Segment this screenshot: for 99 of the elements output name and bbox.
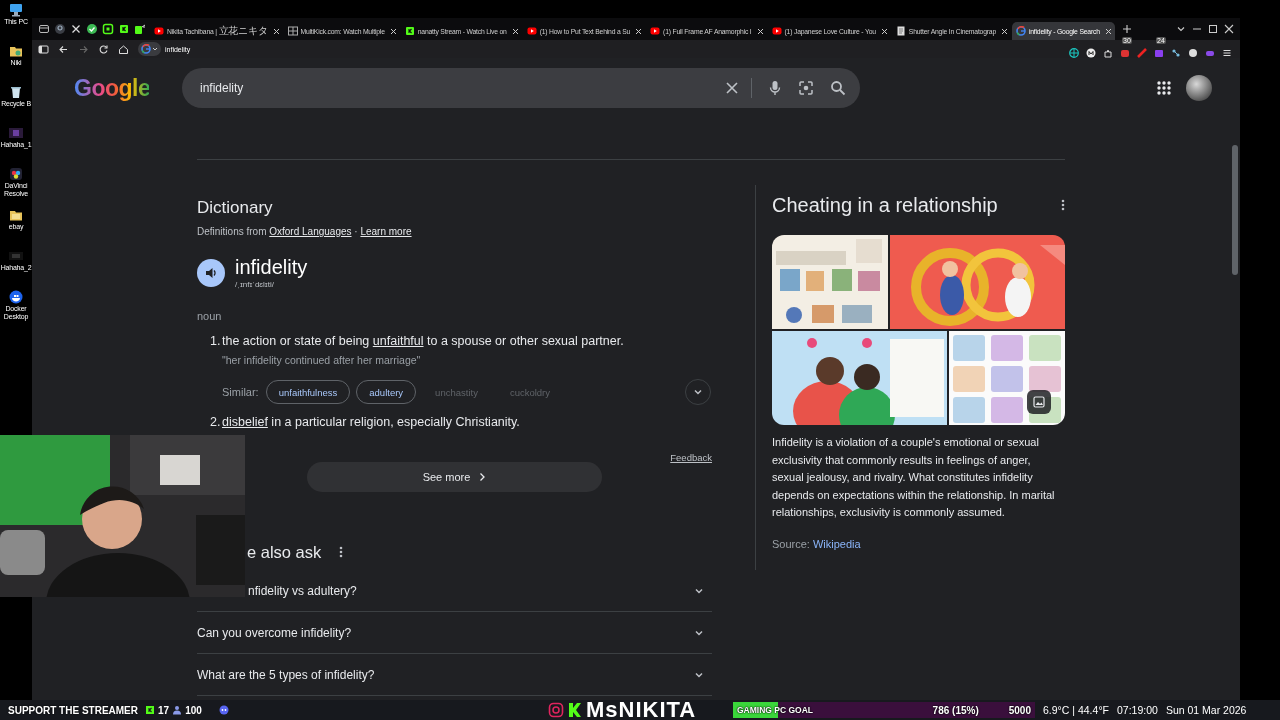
microphone-icon[interactable]	[768, 80, 782, 96]
close-icon[interactable]	[756, 27, 764, 35]
close-icon[interactable]	[1104, 27, 1112, 35]
logo-icon[interactable]	[54, 23, 66, 35]
subscriber-count: 100	[185, 704, 202, 716]
section-heading: e also ask	[247, 542, 322, 563]
chevron-down-icon	[693, 387, 703, 397]
search-input[interactable]: infidelity	[198, 80, 725, 96]
word-link[interactable]: disbelief	[222, 415, 268, 429]
avatar[interactable]	[1186, 75, 1212, 101]
sidebar-icon[interactable]	[38, 43, 49, 55]
maximize-icon[interactable]	[1208, 24, 1218, 34]
speaker-icon	[204, 266, 218, 280]
monitor-icon[interactable]	[9, 3, 23, 17]
goal-target: 5000	[1008, 704, 1031, 716]
goal-progress: 786 (15%)	[932, 704, 979, 716]
extension-icon[interactable]	[1086, 48, 1096, 58]
caret-icon	[152, 46, 158, 52]
logo-icon	[404, 26, 415, 36]
clock-time: 07:19:00	[1117, 704, 1158, 716]
globe-icon[interactable]	[1069, 48, 1079, 58]
follower-count: 17	[158, 704, 170, 716]
example-text: "her infidelity continued after her marriage"	[222, 353, 421, 367]
tab-group-icon[interactable]	[38, 23, 50, 35]
section-heading: Dictionary	[197, 197, 273, 219]
weather-text: 6.9°C | 44.4°F	[1043, 704, 1109, 716]
apps-icon[interactable]	[1157, 81, 1171, 95]
word-link[interactable]: unfaithful	[372, 334, 424, 348]
definition-text: disbelief in a particular religion, especially Christianity.	[222, 414, 520, 431]
reload-icon[interactable]	[98, 43, 109, 55]
close-icon[interactable]	[635, 27, 643, 35]
search-icon[interactable]	[830, 80, 846, 96]
question-item[interactable]: Can you overcome infidelity?	[197, 612, 712, 653]
pronunciation-text: /ˌɪnfɪˈdɛlɪti/	[235, 279, 274, 291]
text-link[interactable]: Learn more	[360, 226, 412, 237]
person-icon	[172, 705, 183, 715]
folder-icon[interactable]	[9, 208, 23, 222]
panel-title: Cheating in a relationship	[772, 193, 998, 218]
source-text: Definitions from Oxford Languages · Learn more	[197, 225, 412, 239]
description-text: Infidelity is a violation of a couple's emotional or sexual exclusivity that commonly results in feelings of anger, sexual jealousy, and rivalry. What constitutes infidelity depends on expectations within the relationship. In marital relationships, exclusivity is commonly assumed.	[772, 435, 1056, 520]
scrollbar-thumb[interactable]	[1232, 145, 1238, 275]
date-text: Sun 01 Mar 2026	[1165, 704, 1247, 716]
channel-name: MsNIKITA	[586, 700, 697, 720]
chevron-right-icon	[478, 472, 487, 482]
camera-icon	[548, 702, 564, 718]
feedback-link[interactable]: Feedback	[670, 452, 712, 464]
play-icon	[526, 26, 537, 36]
forward-icon[interactable]	[78, 43, 89, 55]
close-icon[interactable]	[880, 27, 888, 35]
logo-icon[interactable]	[102, 23, 114, 35]
image-search-button[interactable]	[1027, 390, 1051, 414]
image-icon	[1033, 396, 1045, 408]
headword: infidelity	[235, 255, 308, 279]
list-number: 1.	[210, 333, 222, 350]
close-icon[interactable]	[389, 27, 397, 35]
home-icon[interactable]	[118, 43, 129, 55]
more-icon[interactable]	[339, 546, 344, 558]
close-icon[interactable]	[272, 27, 280, 35]
logo-icon	[568, 702, 582, 718]
question-item[interactable]: nfidelity vs adultery?	[248, 570, 712, 611]
play-icon	[154, 26, 164, 36]
chevron-down-icon[interactable]	[1176, 24, 1186, 34]
back-icon[interactable]	[58, 43, 69, 55]
document-icon	[895, 26, 906, 36]
logo-icon	[141, 44, 151, 54]
part-of-speech: noun	[197, 309, 222, 323]
list-number: 2.	[210, 414, 222, 431]
menu-icon[interactable]	[1222, 48, 1232, 58]
source-link[interactable]: Wikipedia	[812, 537, 861, 550]
speaker-button[interactable]	[197, 259, 225, 287]
logo-icon	[1016, 26, 1026, 36]
grid-icon	[287, 26, 298, 36]
logo-icon[interactable]	[70, 23, 82, 35]
close-icon[interactable]	[511, 27, 519, 35]
play-icon	[650, 26, 661, 36]
more-icon[interactable]	[1061, 199, 1065, 211]
similar-label: Similar:	[222, 386, 259, 398]
definition-text: the action or state of being unfaithful to a spouse or other sexual partner.	[222, 333, 624, 350]
chat-icon	[218, 705, 229, 715]
see-more-button[interactable]: See more	[307, 462, 602, 492]
extension-icon[interactable]	[1171, 48, 1181, 58]
close-icon[interactable]	[1001, 27, 1008, 35]
question-item[interactable]: What are the 5 types of infidelity?	[197, 654, 712, 695]
clear-icon[interactable]	[725, 81, 739, 95]
trash-icon[interactable]	[9, 85, 23, 99]
folder-icon[interactable]	[9, 44, 23, 58]
logo-icon	[145, 705, 155, 715]
logo-icon[interactable]	[134, 23, 146, 35]
support-text: SUPPORT THE STREAMER	[8, 704, 138, 716]
search-field[interactable]: infidelity	[182, 68, 860, 108]
close-icon[interactable]	[1224, 24, 1234, 34]
source-text: Source: Wikipedia	[772, 537, 861, 550]
plus-icon[interactable]	[1121, 24, 1132, 34]
camera-search-icon[interactable]	[798, 80, 814, 96]
play-icon	[771, 26, 782, 36]
text-link[interactable]: Oxford Languages	[269, 226, 352, 237]
logo-icon[interactable]	[118, 23, 130, 35]
check-icon[interactable]	[86, 23, 98, 35]
site-info-button[interactable]	[138, 42, 161, 56]
